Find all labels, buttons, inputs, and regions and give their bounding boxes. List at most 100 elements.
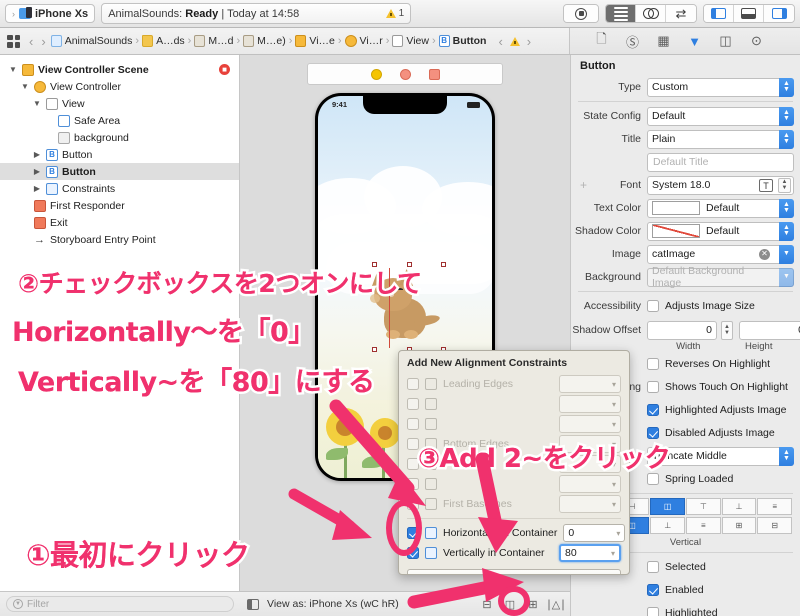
shadow-color-popup[interactable]: Default ▲ ▼ xyxy=(647,221,794,241)
image-combo[interactable]: catImage ✕ ▼ xyxy=(647,244,794,264)
forward-button[interactable]: › xyxy=(38,34,48,49)
toggle-navigator-button[interactable] xyxy=(704,5,734,22)
valign-fill-segment[interactable]: ≡ xyxy=(686,517,721,534)
font-picker-icon[interactable]: T xyxy=(759,178,773,192)
disclosure-triangle[interactable]: ▼ xyxy=(20,82,30,91)
checkbox[interactable] xyxy=(647,358,659,370)
color-swatch[interactable] xyxy=(652,201,700,215)
align-row-leading-edges[interactable]: Leading Edges xyxy=(399,374,629,394)
stop-badge-icon[interactable]: ■ xyxy=(219,64,230,75)
filter-input[interactable]: ▼ Filter xyxy=(6,596,234,612)
align-right-segment[interactable]: ⊥ xyxy=(721,498,757,515)
font-field[interactable]: System 18.0 T ▲ ▼ xyxy=(647,175,794,195)
assistant-editor-button[interactable] xyxy=(636,5,666,22)
standard-editor-button[interactable] xyxy=(606,5,636,22)
view-as-label[interactable]: View as: iPhone Xs (wC hR) xyxy=(267,598,399,610)
highlighted-adjusts-check[interactable]: Highlighted Adjusts Image xyxy=(647,401,786,420)
checkbox[interactable] xyxy=(647,561,659,573)
selected-check[interactable]: Selected xyxy=(647,558,706,577)
breadcrumb-item-1[interactable]: A…ds xyxy=(142,35,185,47)
reverses-on-highlight-check[interactable]: Reverses On Highlight xyxy=(647,355,770,374)
version-editor-button[interactable]: ⇄ xyxy=(666,5,696,22)
title-popup[interactable]: Plain ▲ ▼ xyxy=(647,129,794,149)
breadcrumb-item-2[interactable]: M…d xyxy=(194,35,233,47)
align-row-value[interactable] xyxy=(559,495,621,513)
disclosure-triangle[interactable]: ▼ xyxy=(32,99,42,108)
valign-baseline-segment[interactable]: ⊟ xyxy=(757,517,793,534)
align-row-value[interactable] xyxy=(559,395,621,413)
breadcrumb-item-4[interactable]: Vi…e xyxy=(295,35,335,47)
align-row-value[interactable] xyxy=(559,415,621,433)
align-justify-segment[interactable]: ≡ xyxy=(757,498,793,515)
disclosure-triangle[interactable]: ▶ xyxy=(32,150,42,159)
valign-other-segment[interactable]: ⊞ xyxy=(721,517,757,534)
add-new-constraints-icon[interactable]: ∣△∣ xyxy=(546,598,565,611)
breadcrumb-item-6[interactable]: View xyxy=(392,35,429,47)
quick-help-icon[interactable]: Ⓢ xyxy=(625,34,640,50)
outline-row-exit[interactable]: ▶ Exit xyxy=(0,214,239,231)
disclosure-triangle[interactable]: ▶ xyxy=(32,167,42,176)
first-responder-dock-icon[interactable] xyxy=(399,68,411,80)
size-inspector-icon[interactable]: ◫ xyxy=(718,33,733,49)
outline-row-view-controller[interactable]: ▼ View Controller xyxy=(0,78,239,95)
type-popup[interactable]: Custom ▲ ▼ xyxy=(647,77,794,97)
disclosure-triangle[interactable]: ▼ xyxy=(8,65,18,74)
clear-icon[interactable]: ✕ xyxy=(759,248,770,260)
shadow-width-input[interactable]: 0 xyxy=(647,320,717,340)
checkbox[interactable] xyxy=(647,300,659,312)
shadow-height-input[interactable]: 0 xyxy=(739,320,800,340)
identity-inspector-icon[interactable]: ▦ xyxy=(656,33,671,49)
outline-row-safe-area[interactable]: ▶ Safe Area xyxy=(0,112,239,129)
align-row-value[interactable] xyxy=(559,375,621,393)
color-swatch[interactable] xyxy=(652,224,700,238)
connections-inspector-icon[interactable]: ⊙ xyxy=(749,33,764,49)
shows-touch-check[interactable]: Shows Touch On Highlight xyxy=(647,378,788,397)
stop-button[interactable] xyxy=(564,5,598,22)
scheme-selector[interactable]: › iPhone Xs xyxy=(5,4,96,23)
adjusts-image-size-check[interactable]: Adjusts Image Size xyxy=(647,297,755,316)
disclosure-triangle[interactable]: ▶ xyxy=(32,184,42,193)
related-items-icon[interactable] xyxy=(7,34,20,48)
checkbox[interactable] xyxy=(647,381,659,393)
attributes-inspector-icon[interactable]: ▼ xyxy=(687,34,702,49)
font-stepper-icon[interactable]: ▲ ▼ xyxy=(778,177,791,193)
outline-row-button-2[interactable]: ▶ B Button xyxy=(0,163,239,180)
previous-issue-button[interactable]: ‹ xyxy=(495,34,505,49)
outline-row-background[interactable]: ▶ background xyxy=(0,129,239,146)
title-text-input[interactable]: Default Title xyxy=(647,152,794,172)
background-combo[interactable]: Default Background Image ▼ xyxy=(647,265,794,289)
checkbox[interactable] xyxy=(647,404,659,416)
align-row-value[interactable] xyxy=(559,475,621,493)
align-trailing-segment[interactable]: ⊤ xyxy=(686,498,721,515)
add-attribute-icon[interactable]: + xyxy=(580,178,587,192)
back-button[interactable]: ‹ xyxy=(26,34,36,49)
valign-bottom-segment[interactable]: ⊥ xyxy=(650,517,686,534)
exit-dock-icon[interactable] xyxy=(428,68,440,80)
align-center-segment[interactable]: ◫ xyxy=(650,498,686,515)
outline-row-scene[interactable]: ▼ View Controller Scene ■ xyxy=(0,61,239,78)
vertically-in-container-value[interactable]: 80 xyxy=(559,544,621,562)
outline-row-button-1[interactable]: ▶ B Button xyxy=(0,146,239,163)
view-controller-dock-icon[interactable] xyxy=(370,68,382,80)
outline-row-view[interactable]: ▼ View xyxy=(0,95,239,112)
checkbox[interactable] xyxy=(407,378,419,390)
checkbox[interactable] xyxy=(647,607,659,616)
enabled-check[interactable]: Enabled xyxy=(647,581,704,600)
outline-row-constraints[interactable]: ▶ Constraints xyxy=(0,180,239,197)
outline-row-first-responder[interactable]: ▶ First Responder xyxy=(0,197,239,214)
highlighted-check[interactable]: Highlighted xyxy=(647,604,718,616)
warning-chip[interactable]: 1 xyxy=(385,8,404,19)
stepper-icon[interactable]: ▲ ▼ xyxy=(721,320,733,340)
toggle-inspector-button[interactable] xyxy=(764,5,794,22)
text-color-popup[interactable]: Default ▲ ▼ xyxy=(647,198,794,218)
outline-row-entry-point[interactable]: ▶ → Storyboard Entry Point xyxy=(0,231,239,248)
toggle-debug-button[interactable] xyxy=(734,5,764,22)
breadcrumb-item-3[interactable]: M…e) xyxy=(243,35,286,47)
breadcrumb-item-5[interactable]: Vi…r xyxy=(344,35,383,47)
file-inspector-icon[interactable]: 🗋 xyxy=(594,31,609,49)
next-issue-button[interactable]: › xyxy=(524,34,534,49)
state-config-popup[interactable]: Default ▲ ▼ xyxy=(647,106,794,126)
breadcrumb-item-7[interactable]: B Button xyxy=(438,35,486,47)
horizontally-in-container-value[interactable]: 0 xyxy=(563,524,626,542)
breadcrumb-item-0[interactable]: AnimalSounds xyxy=(50,35,132,47)
